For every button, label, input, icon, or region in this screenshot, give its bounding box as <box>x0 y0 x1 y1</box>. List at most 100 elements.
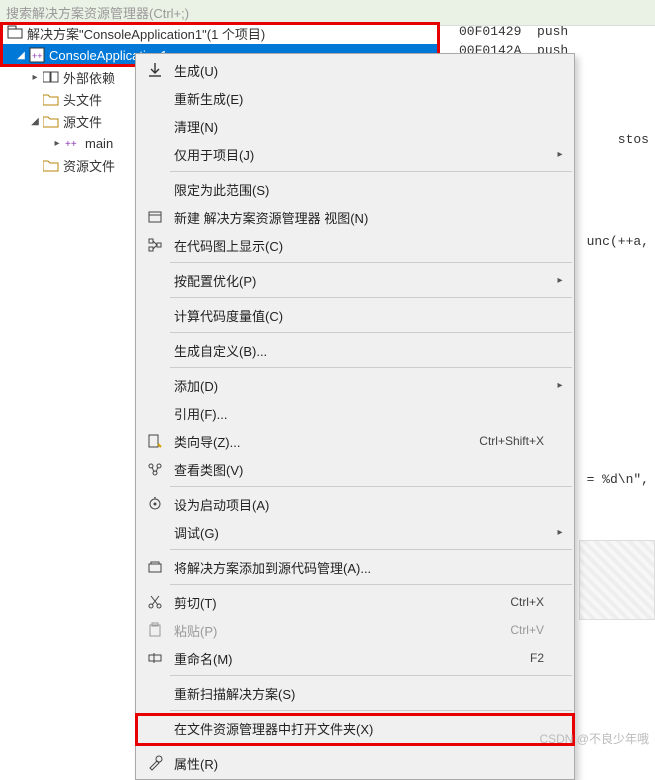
code-fragment: = %d\n", <box>587 472 649 487</box>
context-menu: 生成(U) 重新生成(E) 清理(N) 仅用于项目(J) ▸ 限定为此范围(S)… <box>135 53 575 780</box>
svg-text:++: ++ <box>65 139 77 150</box>
code-map-icon <box>142 237 168 253</box>
menu-label: 重命名(M) <box>168 649 530 668</box>
menu-separator <box>170 297 572 298</box>
code-fragment: unc(++a, <box>587 234 649 249</box>
class-wizard-icon <box>142 433 168 449</box>
menu-label: 查看类图(V) <box>168 460 552 479</box>
paste-icon <box>142 622 168 638</box>
menu-rebuild[interactable]: 重新生成(E) <box>136 84 574 112</box>
menu-label: 将解决方案添加到源代码管理(A)... <box>168 558 552 577</box>
menu-separator <box>170 171 572 172</box>
menu-label: 重新生成(E) <box>168 89 552 108</box>
menu-label: 新建 解决方案资源管理器 视图(N) <box>168 208 552 227</box>
svg-text:++: ++ <box>32 51 43 61</box>
code-fragment: stos <box>618 132 649 147</box>
folder-icon <box>42 91 60 107</box>
menu-label: 粘贴(P) <box>168 621 510 640</box>
menu-label: 在代码图上显示(C) <box>168 236 552 255</box>
menu-label: 添加(D) <box>168 376 552 395</box>
menu-shortcut: F2 <box>530 651 552 665</box>
menu-references[interactable]: 引用(F)... <box>136 399 574 427</box>
menu-label: 计算代码度量值(C) <box>168 306 552 325</box>
menu-label: 引用(F)... <box>168 404 552 423</box>
rename-icon <box>142 650 168 666</box>
menu-label: 在文件资源管理器中打开文件夹(X) <box>168 719 552 738</box>
menu-label: 类向导(Z)... <box>168 432 479 451</box>
menu-debug[interactable]: 调试(G) ▸ <box>136 518 574 546</box>
menu-label: 调试(G) <box>168 523 552 542</box>
menu-label: 重新扫描解决方案(S) <box>168 684 552 703</box>
solution-icon <box>6 25 24 41</box>
menu-label: 限定为此范围(S) <box>168 180 552 199</box>
startup-icon <box>142 496 168 512</box>
menu-build[interactable]: 生成(U) <box>136 56 574 84</box>
menu-separator <box>170 745 572 746</box>
cpp-file-icon: ++ <box>64 135 82 151</box>
folder-open-icon <box>42 113 60 129</box>
menu-separator <box>170 675 572 676</box>
menu-label: 生成自定义(B)... <box>168 341 552 360</box>
menu-rescan[interactable]: 重新扫描解决方案(S) <box>136 679 574 707</box>
menu-properties[interactable]: 属性(R) <box>136 749 574 777</box>
menu-cut[interactable]: 剪切(T) Ctrl+X <box>136 588 574 616</box>
scroll-overview <box>579 540 655 620</box>
menu-separator <box>170 710 572 711</box>
menu-metrics[interactable]: 计算代码度量值(C) <box>136 301 574 329</box>
tree-solution-node[interactable]: 解决方案"ConsoleApplication1"(1 个项目) <box>0 22 440 44</box>
tree-label: main <box>85 136 113 151</box>
tree-label: 资源文件 <box>63 156 115 175</box>
menu-separator <box>170 486 572 487</box>
menu-code-map[interactable]: 在代码图上显示(C) <box>136 231 574 259</box>
menu-class-wizard[interactable]: 类向导(Z)... Ctrl+Shift+X <box>136 427 574 455</box>
menu-shortcut: Ctrl+X <box>510 595 552 609</box>
tree-label: 外部依赖 <box>63 68 115 87</box>
folder-icon <box>42 157 60 173</box>
menu-startup[interactable]: 设为启动项目(A) <box>136 490 574 518</box>
menu-source-control[interactable]: 将解决方案添加到源代码管理(A)... <box>136 553 574 581</box>
expand-arrow-icon[interactable]: ▸ <box>28 72 42 83</box>
tree-label: 源文件 <box>63 112 102 131</box>
cpp-project-icon: ++ <box>28 47 46 63</box>
menu-profile[interactable]: 按配置优化(P) ▸ <box>136 266 574 294</box>
menu-rename[interactable]: 重命名(M) F2 <box>136 644 574 672</box>
new-view-icon <box>142 209 168 225</box>
menu-separator <box>170 332 572 333</box>
menu-clean[interactable]: 清理(N) <box>136 112 574 140</box>
menu-shortcut: Ctrl+Shift+X <box>479 434 552 448</box>
menu-open-folder[interactable]: 在文件资源管理器中打开文件夹(X) <box>136 714 574 742</box>
menu-label: 生成(U) <box>168 61 552 80</box>
menu-shortcut: Ctrl+V <box>510 623 552 637</box>
submenu-arrow-icon: ▸ <box>552 275 568 286</box>
references-icon <box>42 69 60 85</box>
properties-icon <box>142 755 168 771</box>
menu-build-custom[interactable]: 生成自定义(B)... <box>136 336 574 364</box>
expand-arrow-icon[interactable]: ▸ <box>50 138 64 149</box>
tree-label: 头文件 <box>63 90 102 109</box>
menu-label: 剪切(T) <box>168 593 510 612</box>
build-icon <box>142 62 168 78</box>
expand-arrow-icon[interactable]: ◢ <box>28 116 42 127</box>
class-view-icon <box>142 461 168 477</box>
menu-paste: 粘贴(P) Ctrl+V <box>136 616 574 644</box>
submenu-arrow-icon: ▸ <box>552 527 568 538</box>
menu-label: 设为启动项目(A) <box>168 495 552 514</box>
menu-label: 按配置优化(P) <box>168 271 552 290</box>
menu-scope[interactable]: 限定为此范围(S) <box>136 175 574 203</box>
menu-label: 属性(R) <box>168 754 552 773</box>
menu-label: 清理(N) <box>168 117 552 136</box>
tree-label: 解决方案"ConsoleApplication1"(1 个项目) <box>27 24 265 43</box>
watermark: CSDN @不良少年哦 <box>539 730 649 747</box>
menu-label: 仅用于项目(J) <box>168 145 552 164</box>
menu-class-view[interactable]: 查看类图(V) <box>136 455 574 483</box>
cut-icon <box>142 594 168 610</box>
menu-separator <box>170 262 572 263</box>
submenu-arrow-icon: ▸ <box>552 149 568 160</box>
menu-project-only[interactable]: 仅用于项目(J) ▸ <box>136 140 574 168</box>
source-control-icon <box>142 559 168 575</box>
submenu-arrow-icon: ▸ <box>552 380 568 391</box>
menu-new-view[interactable]: 新建 解决方案资源管理器 视图(N) <box>136 203 574 231</box>
expand-arrow-icon[interactable]: ◢ <box>14 50 28 61</box>
menu-add[interactable]: 添加(D) ▸ <box>136 371 574 399</box>
menu-separator <box>170 549 572 550</box>
